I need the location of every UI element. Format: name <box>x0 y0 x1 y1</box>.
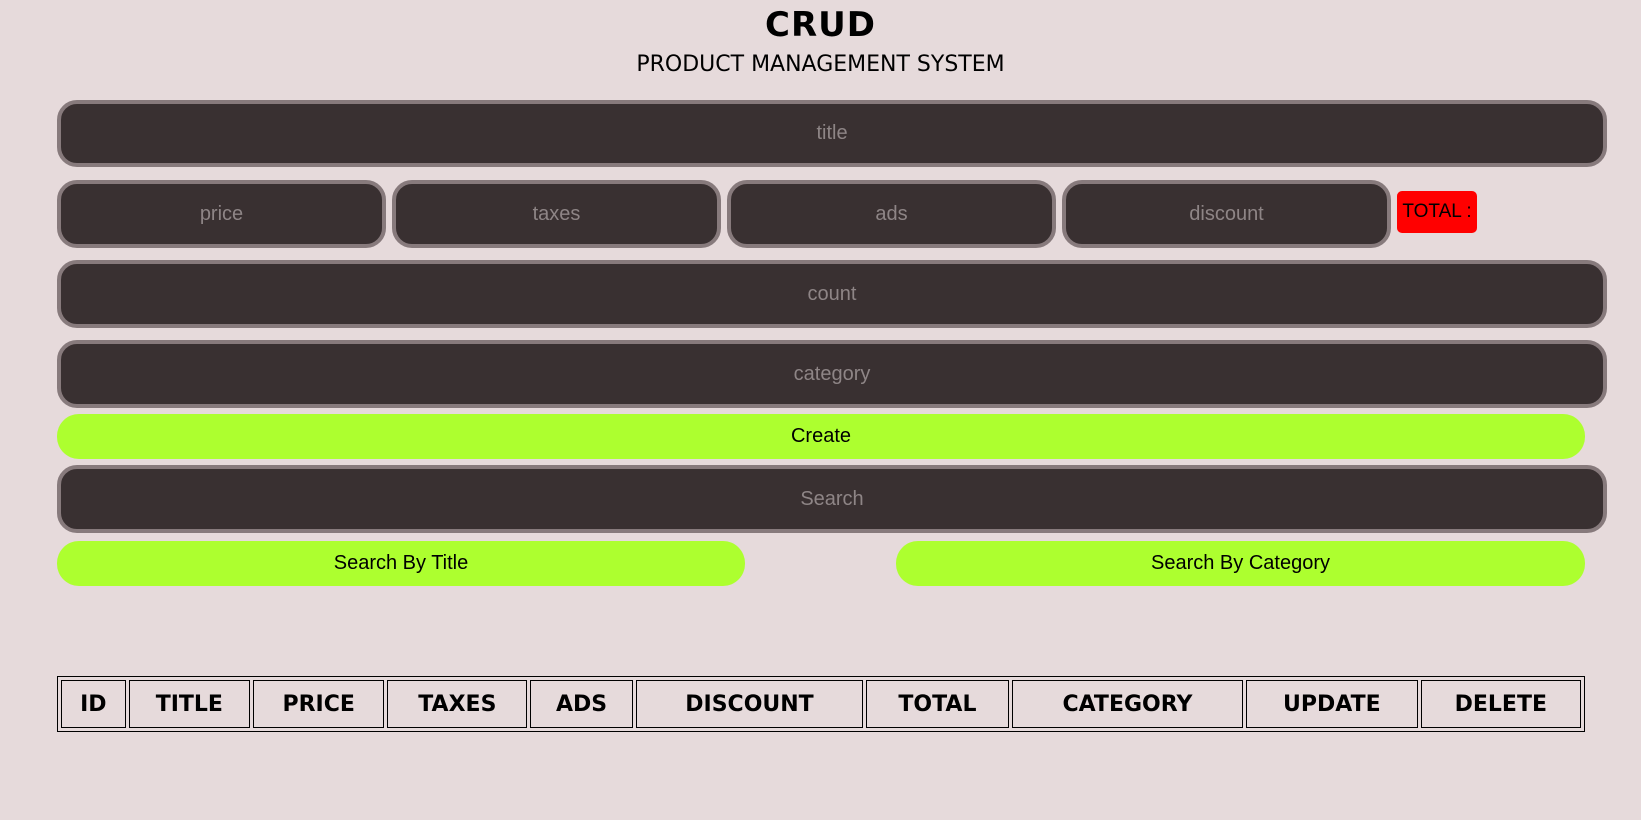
title-input[interactable] <box>57 100 1607 167</box>
column-header-category: CATEGORY <box>1011 680 1244 728</box>
column-header-update: UPDATE <box>1246 680 1418 728</box>
column-header-title: TITLE <box>128 680 250 728</box>
page-title: CRUD <box>765 5 876 45</box>
search-by-category-button[interactable]: Search By Category <box>896 541 1585 586</box>
column-header-taxes: TAXES <box>387 680 528 728</box>
column-header-delete: DELETE <box>1420 680 1581 728</box>
price-input[interactable] <box>57 180 386 248</box>
column-header-total: TOTAL <box>866 680 1009 728</box>
total-badge: TOTAL : <box>1397 191 1477 233</box>
category-input[interactable] <box>57 340 1607 408</box>
count-input[interactable] <box>57 260 1607 328</box>
column-header-discount: DISCOUNT <box>635 680 864 728</box>
taxes-input[interactable] <box>392 180 721 248</box>
discount-input[interactable] <box>1062 180 1391 248</box>
column-header-ads: ADS <box>530 680 633 728</box>
column-header-price: PRICE <box>252 680 385 728</box>
search-by-title-button[interactable]: Search By Title <box>57 541 745 586</box>
table-header-row: ID TITLE PRICE TAXES ADS DISCOUNT TOTAL … <box>61 680 1581 728</box>
ads-input[interactable] <box>727 180 1056 248</box>
create-button[interactable]: Create <box>57 414 1585 459</box>
search-input[interactable] <box>57 465 1607 533</box>
products-table: ID TITLE PRICE TAXES ADS DISCOUNT TOTAL … <box>57 676 1585 732</box>
page-subtitle: PRODUCT MANAGEMENT SYSTEM <box>636 52 1005 77</box>
table-header: ID TITLE PRICE TAXES ADS DISCOUNT TOTAL … <box>61 680 1581 728</box>
column-header-id: ID <box>61 680 126 728</box>
